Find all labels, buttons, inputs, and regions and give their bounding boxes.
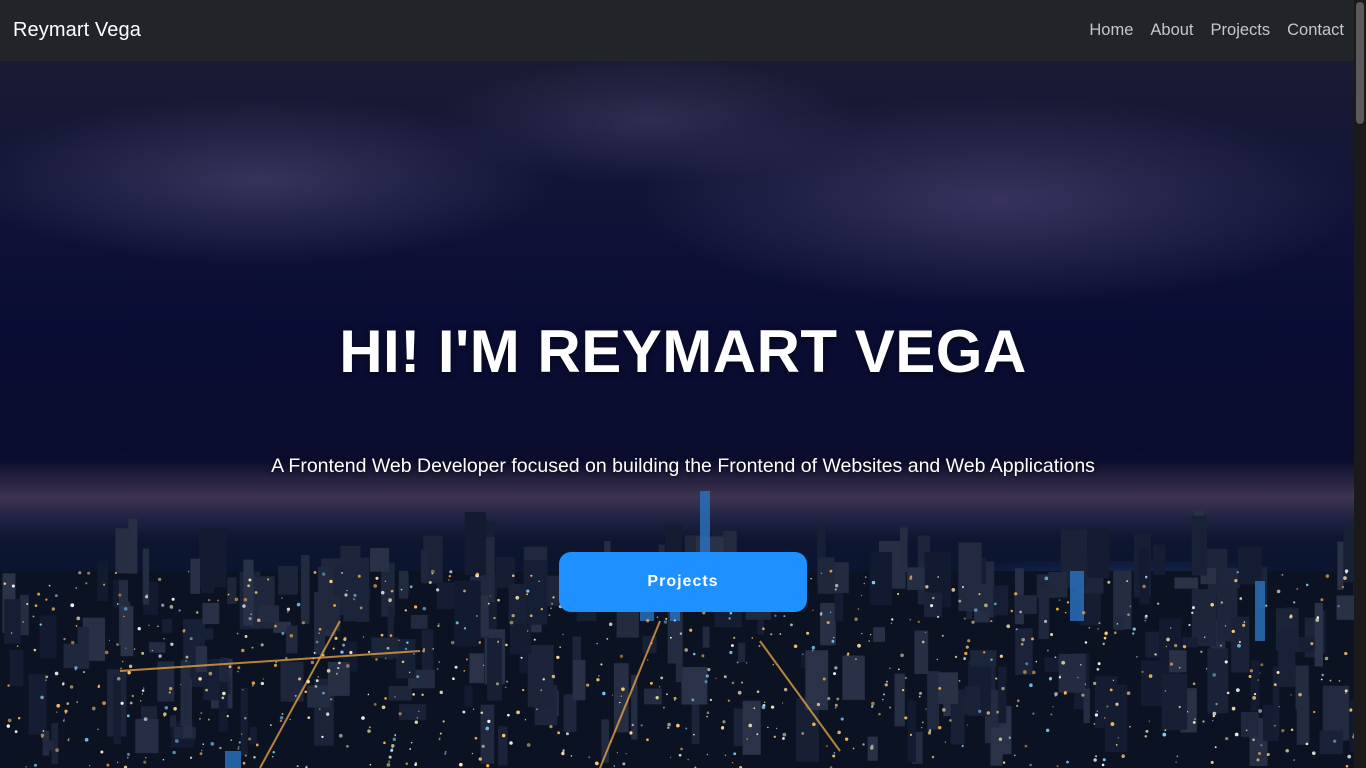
hero-section: HI! I'M REYMART VEGA A Frontend Web Deve… xyxy=(0,61,1366,768)
projects-button[interactable]: Projects xyxy=(559,552,807,612)
navbar: Reymart Vega Home About Projects Contact xyxy=(0,0,1366,61)
nav-links: Home About Projects Contact xyxy=(1089,21,1344,40)
nav-link-home[interactable]: Home xyxy=(1089,21,1133,40)
nav-link-projects[interactable]: Projects xyxy=(1211,21,1271,40)
scrollbar-thumb[interactable] xyxy=(1356,2,1364,124)
nav-link-about[interactable]: About xyxy=(1150,21,1193,40)
hero-subtitle: A Frontend Web Developer focused on buil… xyxy=(271,455,1095,477)
brand-link[interactable]: Reymart Vega xyxy=(13,19,141,42)
nav-link-contact[interactable]: Contact xyxy=(1287,21,1344,40)
scrollbar[interactable] xyxy=(1354,0,1366,768)
hero-headline: HI! I'M REYMART VEGA xyxy=(339,318,1027,385)
